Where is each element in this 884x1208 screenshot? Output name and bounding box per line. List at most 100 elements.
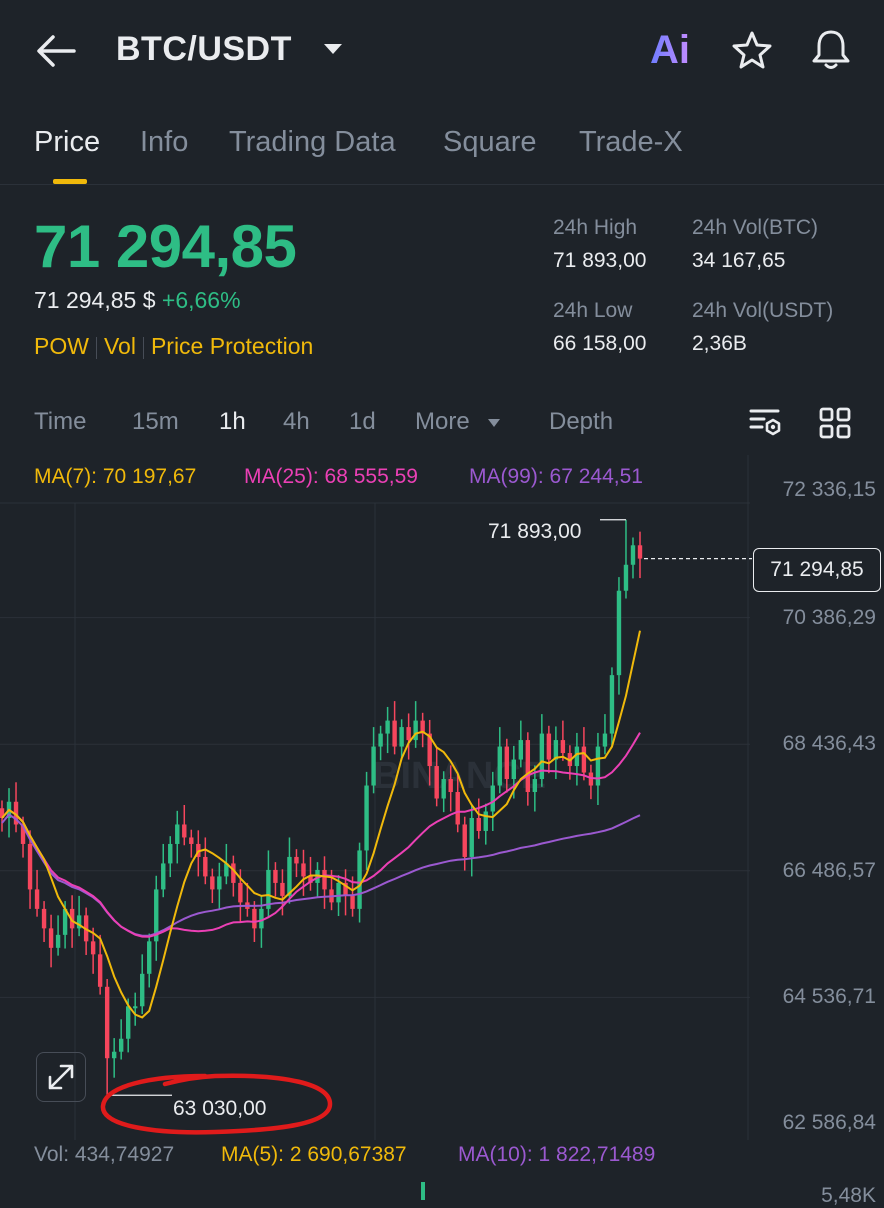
candle-body bbox=[322, 869, 327, 890]
stat-vol-usdt-value: 2,36B bbox=[692, 332, 747, 355]
candle-body bbox=[595, 746, 601, 786]
candle-body bbox=[133, 1006, 138, 1009]
candle-body bbox=[581, 746, 587, 773]
tab-info[interactable]: Info bbox=[140, 126, 188, 159]
candle-body bbox=[350, 895, 355, 909]
candle-body bbox=[217, 876, 222, 890]
back-arrow-icon[interactable] bbox=[36, 34, 76, 68]
candle-body bbox=[104, 986, 110, 1059]
candle-body bbox=[602, 733, 608, 747]
tag-row: POW Vol Price Protection bbox=[34, 333, 313, 360]
fiat-price: 71 294,85 $ bbox=[34, 287, 156, 313]
stat-high-label: 24h High bbox=[553, 216, 638, 239]
stat-vol-usdt-label: 24h Vol(USDT) bbox=[692, 299, 834, 322]
candle-body bbox=[497, 746, 502, 786]
candle-body bbox=[259, 908, 264, 929]
ma-lines bbox=[1, 630, 641, 1019]
candle-body bbox=[175, 824, 180, 844]
candle-body bbox=[371, 746, 376, 786]
candle-body bbox=[476, 817, 481, 831]
price-axis-label: 62 586,84 bbox=[782, 1111, 876, 1134]
tab-trading-data[interactable]: Trading Data bbox=[229, 126, 396, 159]
stat-low-value: 66 158,00 bbox=[553, 332, 647, 355]
candle-body bbox=[280, 882, 285, 896]
candle-body bbox=[448, 779, 453, 793]
more-caret-icon[interactable] bbox=[487, 418, 501, 428]
bell-notification-icon[interactable] bbox=[810, 28, 852, 72]
fullscreen-button[interactable] bbox=[36, 1052, 86, 1102]
price-axis-label: 72 336,15 bbox=[782, 478, 876, 501]
candle-body bbox=[287, 856, 292, 896]
price-axis-label: 64 536,71 bbox=[782, 985, 876, 1008]
candle-body bbox=[539, 733, 545, 780]
candle-body bbox=[266, 869, 271, 909]
candle-body bbox=[118, 1038, 124, 1052]
candle-body bbox=[490, 785, 495, 812]
ma7-line bbox=[1, 630, 641, 1019]
candle-body bbox=[560, 740, 566, 754]
stat-high-value: 71 893,00 bbox=[553, 249, 647, 272]
chart-grid bbox=[0, 455, 750, 1140]
pair-title: BTC/USDT bbox=[116, 30, 292, 68]
candle-body bbox=[532, 779, 538, 793]
candle-body bbox=[48, 928, 54, 948]
price-axis-label: 66 486,57 bbox=[782, 859, 876, 882]
top-bar: BTC/USDT Ai bbox=[0, 0, 884, 100]
last-price: 71 294,85 bbox=[34, 213, 297, 280]
candle-body bbox=[210, 876, 215, 890]
tab-price[interactable]: Price bbox=[34, 126, 100, 159]
candle-body bbox=[273, 869, 278, 883]
candle-body bbox=[462, 824, 467, 857]
candle-body bbox=[238, 882, 243, 903]
fiat-price-row: 71 294,85 $ +6,66% bbox=[34, 287, 241, 314]
candle-body bbox=[483, 811, 488, 831]
tag-pow[interactable]: POW bbox=[34, 333, 89, 359]
tag-vol[interactable]: Vol bbox=[104, 333, 136, 359]
star-favorite-icon[interactable] bbox=[732, 30, 772, 70]
candle-body bbox=[34, 889, 40, 909]
interval-more[interactable]: More bbox=[415, 408, 470, 436]
interval-4h[interactable]: 4h bbox=[283, 408, 310, 436]
depth-tab[interactable]: Depth bbox=[549, 408, 613, 436]
volume-legend: Vol: 434,74927 bbox=[34, 1143, 175, 1166]
price-markers bbox=[107, 519, 752, 1096]
candle-body bbox=[630, 545, 636, 565]
price-axis-label: 68 436,43 bbox=[782, 732, 876, 755]
interval-1d[interactable]: 1d bbox=[349, 408, 376, 436]
candle-body bbox=[364, 785, 369, 851]
interval-15m[interactable]: 15m bbox=[132, 408, 179, 436]
candles bbox=[0, 519, 643, 1096]
red-circle-annotation bbox=[100, 1073, 333, 1135]
tag-price-protection[interactable]: Price Protection bbox=[151, 333, 313, 359]
ai-assistant-button[interactable]: Ai bbox=[650, 28, 690, 73]
volume-bar bbox=[421, 1182, 425, 1200]
candle-body bbox=[357, 850, 362, 909]
candle-body bbox=[378, 733, 383, 747]
candle-body bbox=[125, 1006, 131, 1039]
tab-trade-x[interactable]: Trade-X bbox=[579, 126, 683, 159]
indicator-settings-icon[interactable] bbox=[748, 406, 784, 440]
candle-body bbox=[140, 973, 145, 1007]
layout-grid-icon[interactable] bbox=[818, 406, 852, 440]
candle-body bbox=[455, 792, 460, 825]
ai-label: Ai bbox=[650, 28, 690, 72]
candle-body bbox=[147, 941, 152, 974]
candle-body bbox=[434, 766, 439, 799]
candle-body bbox=[97, 954, 103, 987]
tabs-divider bbox=[0, 184, 884, 185]
price-axis-label: 70 386,29 bbox=[782, 606, 876, 629]
candle-body bbox=[203, 856, 208, 877]
tab-square[interactable]: Square bbox=[443, 126, 537, 159]
candle-body bbox=[189, 837, 194, 844]
candle-body bbox=[525, 740, 531, 793]
candle-body bbox=[41, 908, 47, 929]
candle-body bbox=[161, 863, 166, 890]
interval-time[interactable]: Time bbox=[34, 408, 86, 436]
stat-vol-btc-label: 24h Vol(BTC) bbox=[692, 216, 819, 239]
caret-down-icon[interactable] bbox=[322, 42, 344, 56]
candle-body bbox=[294, 856, 299, 864]
candle-body bbox=[301, 863, 306, 877]
price-change-percent: +6,66% bbox=[161, 287, 241, 313]
interval-1h[interactable]: 1h bbox=[219, 408, 246, 436]
pair-selector[interactable]: BTC/USDT bbox=[116, 30, 292, 69]
